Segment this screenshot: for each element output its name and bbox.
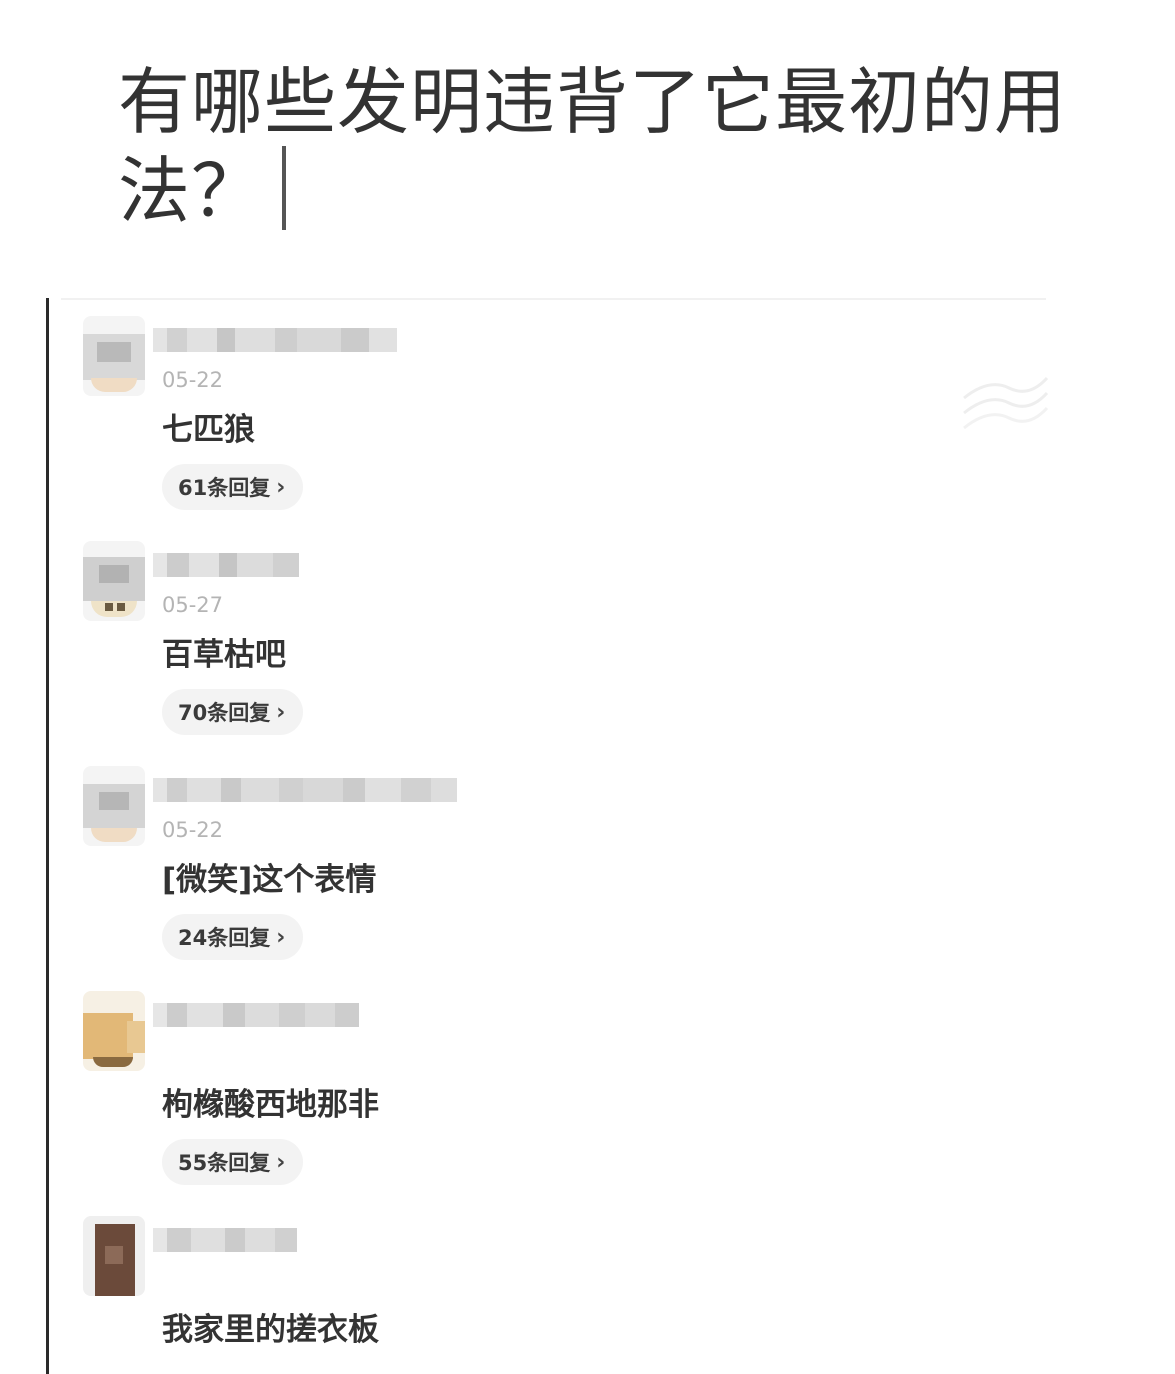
comment-text: 七匹狼 xyxy=(162,412,255,448)
view-replies-button[interactable]: 55条回复 › xyxy=(162,1139,304,1185)
comment-text: 百草枯吧 xyxy=(162,637,286,673)
comment-item[interactable]: 05-22 七匹狼 61条回复 › xyxy=(49,298,1039,523)
avatar[interactable] xyxy=(83,316,145,396)
username-blurred xyxy=(153,1228,297,1252)
comment-item[interactable]: 05-22 [微笑]这个表情 24条回复 › xyxy=(49,748,1039,973)
question-title: 有哪些发明违背了它最初的用法？ xyxy=(118,58,1098,235)
comment-item[interactable]: 我家里的搓衣板 xyxy=(49,1198,1039,1374)
avatar[interactable] xyxy=(83,541,145,621)
chevron-right-icon: › xyxy=(276,1149,286,1175)
avatar[interactable] xyxy=(83,766,145,846)
avatar[interactable] xyxy=(83,991,145,1071)
comment-item[interactable]: 枸橼酸西地那非 55条回复 › xyxy=(49,973,1039,1198)
replies-count: 70条回复 xyxy=(178,701,271,725)
comment-text: [微笑]这个表情 xyxy=(162,862,377,898)
username-blurred xyxy=(153,553,299,577)
comment-text: 枸橼酸西地那非 xyxy=(162,1087,379,1123)
comment-item[interactable]: 05-27 百草枯吧 70条回复 › xyxy=(49,523,1039,748)
comment-list: 05-22 七匹狼 61条回复 › 05-27 百草枯吧 70条回复 › 05-… xyxy=(46,298,1049,1374)
question-title-text: 有哪些发明违背了它最初的用法？ xyxy=(118,60,1068,233)
replies-count: 24条回复 xyxy=(178,926,271,950)
replies-count: 55条回复 xyxy=(178,1151,271,1175)
comment-date: 05-22 xyxy=(162,818,224,842)
view-replies-button[interactable]: 70条回复 › xyxy=(162,689,304,735)
chevron-right-icon: › xyxy=(276,924,286,950)
replies-count: 61条回复 xyxy=(178,476,271,500)
username-blurred xyxy=(153,328,397,352)
text-cursor xyxy=(282,146,287,230)
view-replies-button[interactable]: 61条回复 › xyxy=(162,464,304,510)
comment-date: 05-27 xyxy=(162,593,224,617)
comment-text: 我家里的搓衣板 xyxy=(162,1312,379,1348)
view-replies-button[interactable]: 24条回复 › xyxy=(162,914,304,960)
username-blurred xyxy=(153,1003,359,1027)
chevron-right-icon: › xyxy=(276,474,286,500)
username-blurred xyxy=(153,778,457,802)
comment-date: 05-22 xyxy=(162,368,224,392)
avatar[interactable] xyxy=(83,1216,145,1296)
chevron-right-icon: › xyxy=(276,699,286,725)
